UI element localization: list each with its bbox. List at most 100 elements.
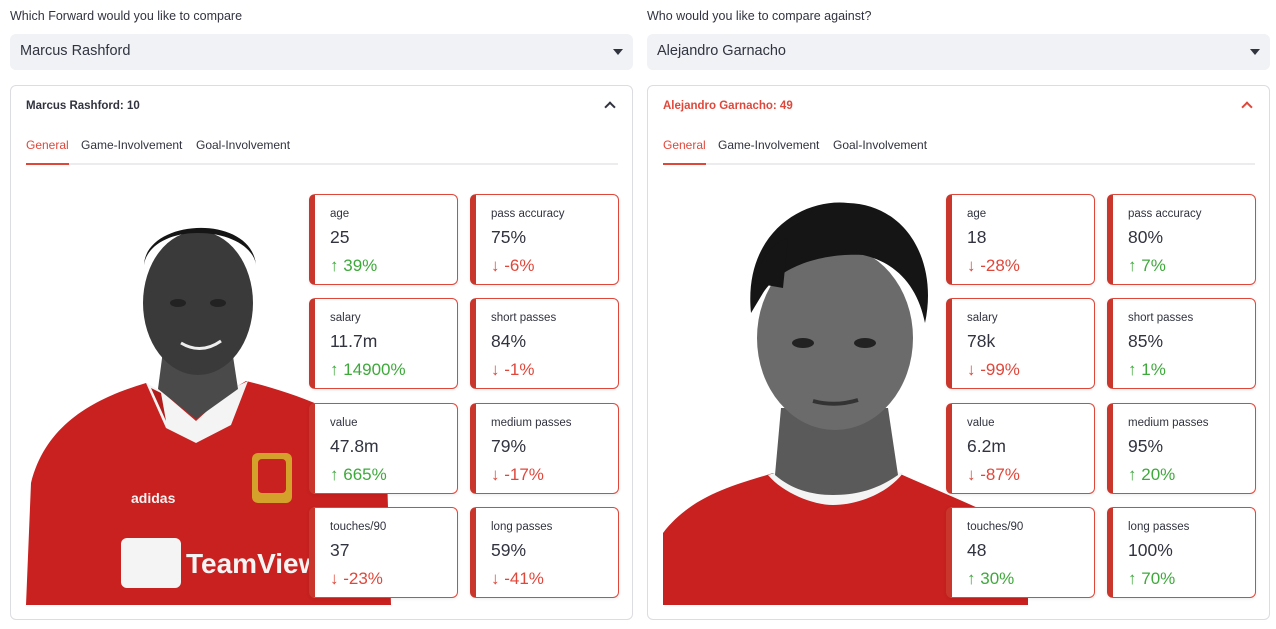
metric-label: touches/90 <box>330 521 387 533</box>
metric-value: 95% <box>1128 436 1164 456</box>
metric-label: long passes <box>1128 521 1190 533</box>
metric-value: 100% <box>1128 540 1173 560</box>
metric-label: touches/90 <box>967 521 1024 533</box>
forward-select-label: Which Forward would you like to compare <box>10 9 243 23</box>
metric-label: age <box>330 208 350 220</box>
caret-down-icon <box>1250 49 1260 55</box>
arrow-up-icon: ↑ <box>330 360 339 379</box>
metric-delta: ↑ 665% <box>330 465 387 484</box>
arrow-down-icon: ↓ <box>967 465 976 484</box>
metric-label: pass accuracy <box>1128 208 1202 220</box>
tab-bar: General Game-Involvement Goal-Involvemen… <box>663 136 1255 165</box>
metric-value: 75% <box>491 227 527 247</box>
arrow-down-icon: ↓ <box>967 360 976 379</box>
metric-value: 84% <box>491 331 527 351</box>
metric-label: value <box>967 417 995 429</box>
arrow-up-icon: ↑ <box>1128 569 1137 588</box>
brand-logo-text: adidas <box>131 490 176 506</box>
metric-value: 6.2m <box>967 436 1006 456</box>
compare-select-value: Alejandro Garnacho <box>657 43 786 59</box>
metric-card-long-passes: long passes 100% ↑ 70% <box>1107 507 1256 598</box>
compare-select-label: Who would you like to compare against? <box>647 9 872 23</box>
metric-card-age: age 18 ↓ -28% <box>946 194 1095 285</box>
arrow-down-icon: ↓ <box>330 569 339 588</box>
metric-card-pass-accuracy: pass accuracy 80% ↑ 7% <box>1107 194 1256 285</box>
metric-card-touches: touches/90 37 ↓ -23% <box>309 507 458 598</box>
arrow-up-icon: ↑ <box>330 256 339 275</box>
expander-title[interactable]: Alejandro Garnacho: 49 <box>663 100 793 112</box>
tab-general[interactable]: General <box>26 138 69 165</box>
caret-down-icon <box>613 49 623 55</box>
metric-delta: ↑ 30% <box>967 569 1015 588</box>
metric-label: short passes <box>491 312 557 324</box>
metric-value: 78k <box>967 331 996 351</box>
metric-card-medium-passes: medium passes 95% ↑ 20% <box>1107 403 1256 494</box>
player-expander: Marcus Rashford: 10 General Game-Involve… <box>10 85 633 620</box>
metric-delta: ↓ -87% <box>967 465 1020 484</box>
metric-value: 59% <box>491 540 527 560</box>
metric-value: 25 <box>330 227 350 247</box>
metric-label: value <box>330 417 358 429</box>
compare-select[interactable]: Alejandro Garnacho <box>647 34 1270 70</box>
arrow-down-icon: ↓ <box>967 256 976 275</box>
metric-delta: ↓ -17% <box>491 465 544 484</box>
tab-goal-involvement[interactable]: Goal-Involvement <box>196 138 290 165</box>
tab-game-involvement[interactable]: Game-Involvement <box>81 138 182 165</box>
metric-label: age <box>967 208 987 220</box>
tab-goal-involvement[interactable]: Goal-Involvement <box>833 138 927 165</box>
arrow-down-icon: ↓ <box>491 256 500 275</box>
metric-delta: ↓ -23% <box>330 569 383 588</box>
metric-value: 11.7m <box>330 331 378 351</box>
arrow-up-icon: ↑ <box>967 569 976 588</box>
metric-delta: ↑ 7% <box>1128 256 1166 275</box>
metric-delta: ↓ -99% <box>967 360 1020 379</box>
metric-label: pass accuracy <box>491 208 565 220</box>
forward-select[interactable]: Marcus Rashford <box>10 34 633 70</box>
arrow-up-icon: ↑ <box>330 465 339 484</box>
metric-value: 79% <box>491 436 527 456</box>
metric-delta: ↓ -1% <box>491 360 535 379</box>
expander-title[interactable]: Marcus Rashford: 10 <box>26 100 140 112</box>
metric-label: medium passes <box>1128 417 1209 429</box>
arrow-down-icon: ↓ <box>491 569 500 588</box>
chevron-up-icon[interactable] <box>1241 101 1253 113</box>
metric-value: 48 <box>967 540 987 560</box>
metric-card-value: value 6.2m ↓ -87% <box>946 403 1095 494</box>
metric-card-long-passes: long passes 59% ↓ -41% <box>470 507 619 598</box>
metric-card-touches: touches/90 48 ↑ 30% <box>946 507 1095 598</box>
metric-label: short passes <box>1128 312 1194 324</box>
metric-value: 37 <box>330 540 350 560</box>
metric-card-medium-passes: medium passes 79% ↓ -17% <box>470 403 619 494</box>
metric-card-value: value 47.8m ↑ 665% <box>309 403 458 494</box>
metric-card-short-passes: short passes 85% ↑ 1% <box>1107 298 1256 389</box>
metric-value: 47.8m <box>330 436 379 456</box>
metric-delta: ↑ 14900% <box>330 360 406 379</box>
metric-delta: ↑ 1% <box>1128 360 1166 379</box>
metric-card-salary: salary 78k ↓ -99% <box>946 298 1095 389</box>
metric-label: salary <box>967 312 998 324</box>
arrow-up-icon: ↑ <box>1128 360 1137 379</box>
metric-delta: ↑ 39% <box>330 256 378 275</box>
forward-select-value: Marcus Rashford <box>20 43 131 59</box>
tab-game-involvement[interactable]: Game-Involvement <box>718 138 819 165</box>
metric-value: 85% <box>1128 331 1164 351</box>
arrow-down-icon: ↓ <box>491 465 500 484</box>
metric-delta: ↑ 70% <box>1128 569 1176 588</box>
arrow-up-icon: ↑ <box>1128 465 1137 484</box>
metric-label: long passes <box>491 521 553 533</box>
metric-card-salary: salary 11.7m ↑ 14900% <box>309 298 458 389</box>
arrow-up-icon: ↑ <box>1128 256 1137 275</box>
metric-card-short-passes: short passes 84% ↓ -1% <box>470 298 619 389</box>
metric-card-pass-accuracy: pass accuracy 75% ↓ -6% <box>470 194 619 285</box>
metric-value: 18 <box>967 227 987 247</box>
metric-label: medium passes <box>491 417 572 429</box>
player-expander: Alejandro Garnacho: 49 General Game-Invo… <box>647 85 1270 620</box>
metric-delta: ↑ 20% <box>1128 465 1176 484</box>
tab-bar: General Game-Involvement Goal-Involvemen… <box>26 136 618 165</box>
metric-label: salary <box>330 312 361 324</box>
metric-delta: ↓ -28% <box>967 256 1020 275</box>
chevron-up-icon[interactable] <box>604 101 616 113</box>
metric-delta: ↓ -6% <box>491 256 535 275</box>
metric-card-age: age 25 ↑ 39% <box>309 194 458 285</box>
tab-general[interactable]: General <box>663 138 706 165</box>
